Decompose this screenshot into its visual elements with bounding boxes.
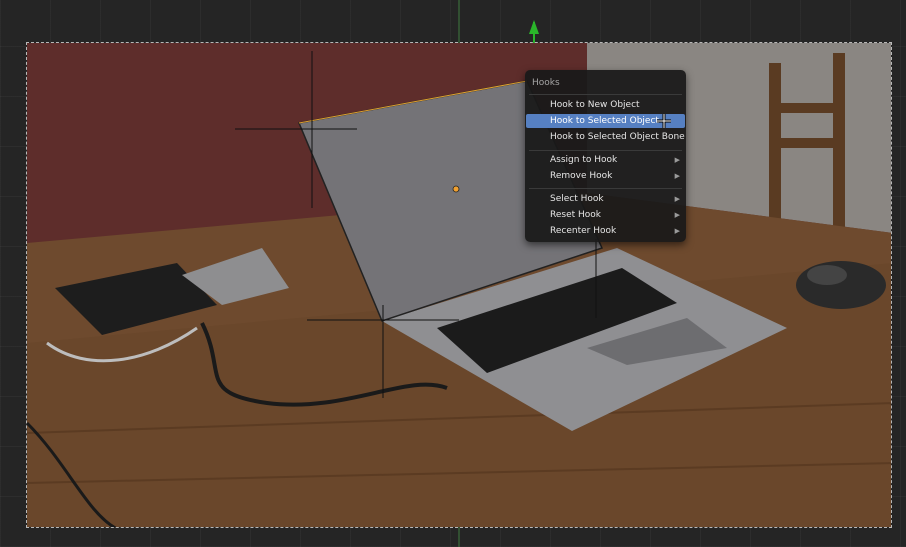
menu-item-hook-to-selected-object-bone[interactable]: Hook to Selected Object Bone [526,130,685,144]
menu-divider [529,188,682,189]
menu-item-label: Reset Hook [550,210,601,220]
menu-item-label: Hook to Selected Object Bone [550,132,685,142]
chevron-right-icon: ▶ [674,172,680,180]
menu-item-label: Assign to Hook [550,155,618,165]
object-origin-dot[interactable] [452,185,460,193]
menu-item-recenter-hook[interactable]: Recenter Hook ▶ [526,224,685,238]
menu-item-label: Hook to Selected Object [550,116,659,126]
crosshair-cursor-icon [657,114,671,128]
chevron-right-icon: ▶ [674,211,680,219]
menu-title: Hooks [532,78,560,88]
menu-item-label: Select Hook [550,194,604,204]
menu-divider [529,94,682,95]
3d-viewport[interactable]: Hooks Hook to New Object Hook to Selecte… [0,0,906,547]
camera-frame [26,42,892,528]
menu-item-label: Recenter Hook [550,226,617,236]
menu-item-reset-hook[interactable]: Reset Hook ▶ [526,208,685,222]
hooks-menu: Hooks Hook to New Object Hook to Selecte… [525,70,686,242]
menu-item-label: Hook to New Object [550,100,640,110]
menu-divider [529,150,682,151]
chevron-right-icon: ▶ [674,156,680,164]
chevron-right-icon: ▶ [674,227,680,235]
menu-item-remove-hook[interactable]: Remove Hook ▶ [526,169,685,183]
menu-item-assign-to-hook[interactable]: Assign to Hook ▶ [526,153,685,167]
menu-item-label: Remove Hook [550,171,613,181]
menu-item-hook-to-new-object[interactable]: Hook to New Object [526,98,685,112]
y-arrow-icon[interactable] [529,20,539,34]
selected-edge [298,80,528,124]
mesh-overlay [235,51,597,398]
chevron-right-icon: ▶ [674,195,680,203]
menu-item-select-hook[interactable]: Select Hook ▶ [526,192,685,206]
